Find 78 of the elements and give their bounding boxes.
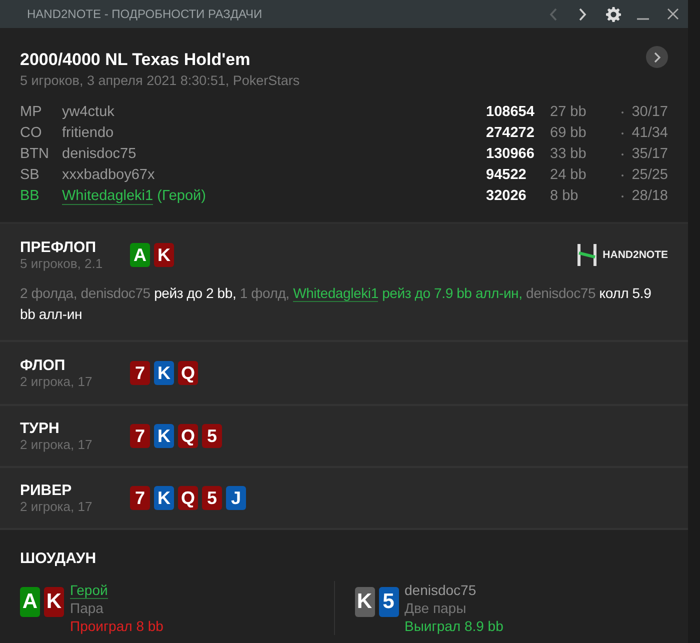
dot-separator-icon	[620, 194, 624, 198]
hero-label: (Герой)	[157, 188, 206, 204]
result-text: Проиграл 8 bb	[70, 617, 164, 635]
position-label: BB	[20, 187, 40, 206]
playing-card: 5	[202, 486, 222, 510]
playing-card: 5	[202, 424, 222, 448]
playing-card: Q	[178, 361, 198, 385]
player-stats: 35/17	[632, 146, 668, 162]
result-text: Выиграл 8.9 bb	[404, 617, 504, 635]
playing-card: A	[20, 587, 40, 617]
stack-bb: 24 bb	[550, 166, 588, 185]
chevron-right-icon	[654, 52, 660, 62]
street-name: ТУРН	[20, 420, 60, 437]
stack-bb: 8 bb	[550, 187, 580, 206]
dot-separator-icon	[620, 152, 624, 156]
player-name: fritiendo	[62, 125, 114, 141]
dot-separator-icon	[620, 110, 624, 114]
hand-subtitle: 5 игроков, 3 апреля 2021 8:30:51, PokerStars	[20, 73, 300, 88]
stack-chips: 274272	[486, 123, 550, 143]
playing-card: 7	[130, 486, 150, 510]
window-title: HAND2NOTE - ПОДРОБНОСТИ РАЗДАЧИ	[27, 7, 264, 21]
playing-card: K	[154, 361, 174, 385]
position-label: CO	[20, 124, 43, 143]
player-link[interactable]: Whitedagleki1	[62, 188, 154, 205]
street-name: РИВЕР	[20, 482, 73, 499]
playing-card: Q	[178, 486, 198, 510]
logo-icon	[576, 244, 597, 266]
settings-icon	[606, 6, 620, 22]
playing-card: 5	[378, 587, 398, 617]
playing-card: K	[354, 587, 374, 617]
player-name: xxxbadboy67x	[62, 167, 155, 183]
showdown-title: ШОУДАУН	[20, 550, 98, 567]
playing-card: K	[154, 243, 174, 267]
street-info: 2 игрока, 17	[20, 499, 94, 514]
stack-chips: 130966	[486, 144, 550, 164]
player-name: yw4ctuk	[62, 104, 114, 120]
playing-card: K	[154, 486, 174, 510]
position-label: SB	[20, 166, 40, 185]
position-label: MP	[20, 103, 43, 122]
close-icon	[667, 8, 679, 20]
player-name: denisdoc75	[62, 146, 136, 162]
action-text: 2 фолда, denisdoc75 рейз до 2 bb, 1 фолд, Whitedagleki1 рейз до 7.9 bb алл-ин, denisdoc75 колл 5.9 bb алл-ин	[20, 284, 652, 324]
stack-chips: 94522	[486, 165, 550, 185]
hand-title: 2000/4000 NL Texas Hold'em	[20, 50, 252, 70]
stack-bb: 69 bb	[550, 124, 588, 143]
stack-bb: 33 bb	[550, 145, 588, 164]
position-label: BTN	[20, 145, 50, 164]
playing-card: 7	[130, 361, 150, 385]
player-link[interactable]: Герой	[70, 582, 108, 599]
hand-combination: Пара	[70, 599, 104, 617]
street-info: 5 игроков, 2.1	[20, 256, 104, 271]
hand-combination: Две пары	[404, 599, 468, 617]
player-link[interactable]: Whitedagleki1	[293, 285, 378, 302]
stack-bb: 27 bb	[550, 103, 588, 122]
playing-card: J	[226, 486, 246, 510]
player-stats: 25/25	[632, 167, 668, 183]
player-stats: 28/18	[632, 188, 668, 204]
street-name: ПРЕФЛОП	[20, 239, 97, 256]
chevron-left-icon	[549, 8, 557, 20]
minimize-icon	[637, 18, 649, 20]
playing-card: A	[130, 243, 150, 267]
playing-card: K	[154, 424, 174, 448]
playing-card: Q	[178, 424, 198, 448]
next-hand-button[interactable]	[646, 46, 668, 68]
chevron-right-icon	[579, 8, 587, 20]
player-stats: 41/34	[632, 125, 668, 141]
dot-separator-icon	[620, 132, 624, 135]
street-info: 2 игрока, 17	[20, 437, 94, 452]
playing-card: K	[44, 587, 64, 617]
dot-separator-icon	[620, 174, 624, 177]
playing-card: 7	[130, 424, 150, 448]
stack-chips: 108654	[486, 102, 550, 122]
street-name: ФЛОП	[20, 357, 66, 374]
player-stats: 30/17	[632, 104, 668, 120]
stack-chips: 32026	[486, 186, 550, 206]
logo-text: HAND2NOTE	[602, 249, 668, 261]
player-name: denisdoc75	[404, 581, 478, 599]
street-info: 2 игрока, 17	[20, 374, 94, 389]
